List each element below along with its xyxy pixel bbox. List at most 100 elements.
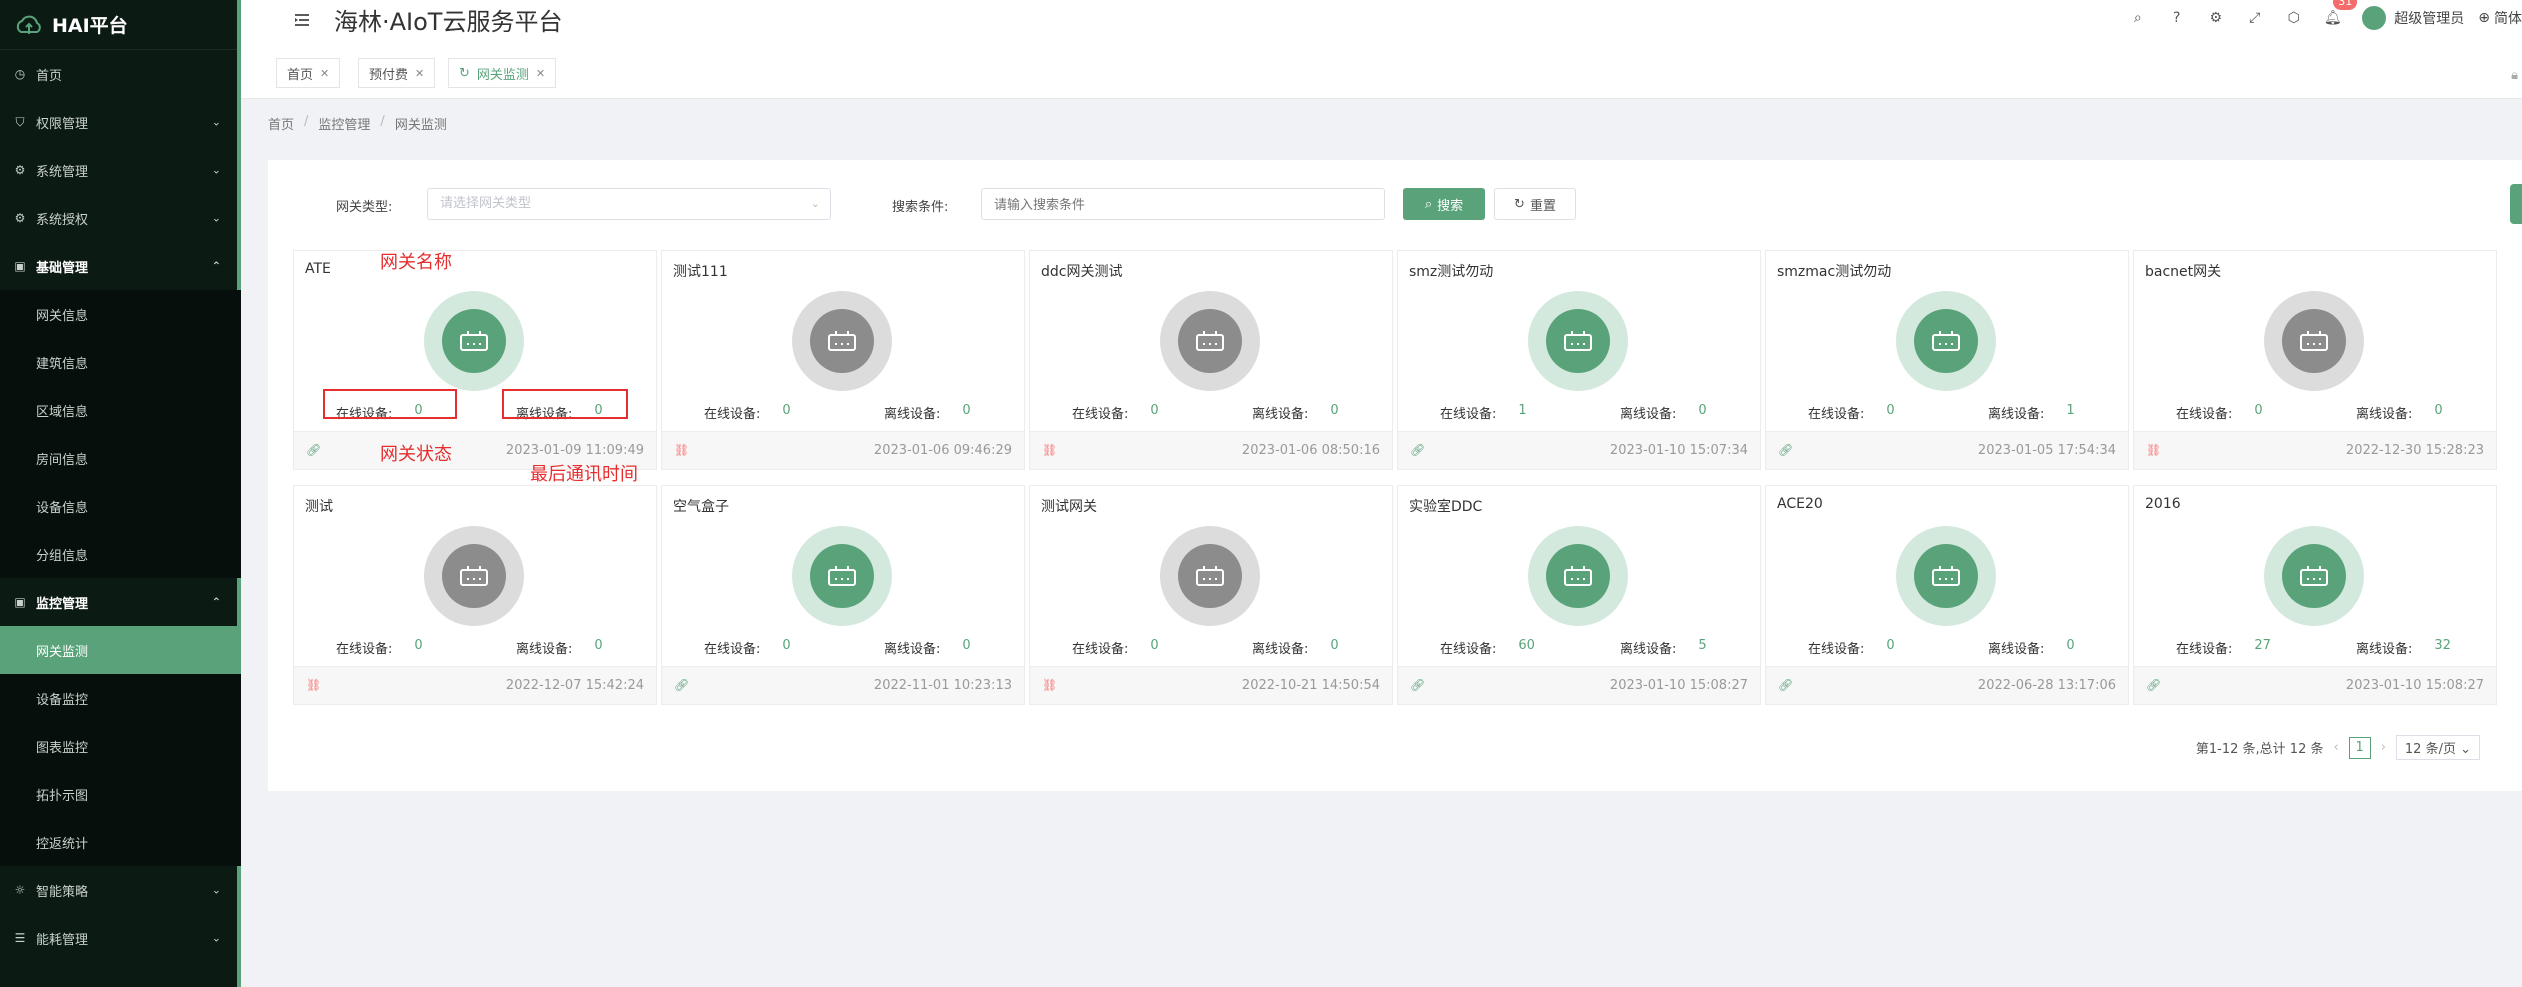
close-icon[interactable]: ✕	[536, 67, 545, 80]
gateway-card[interactable]: 测试111 在线设备: 0 离线设备: 0 ⛓︎ 2023-01-06 09:46:29	[661, 250, 1025, 470]
online-value: 60	[1518, 638, 1535, 653]
offline-label: 离线设备:	[884, 407, 941, 422]
fullscreen-icon[interactable]: ⤢	[2235, 0, 2274, 36]
tab-label: 网关监测	[476, 67, 529, 83]
search-input[interactable]	[981, 188, 1385, 220]
side-drawer-tab[interactable]	[2510, 184, 2522, 224]
sidebar-subitem[interactable]: 设备监控	[0, 674, 241, 722]
tab-gateway-monitor[interactable]: ↻ 网关监测 ✕	[448, 58, 557, 88]
sidebar-subitem[interactable]: 网关监测	[0, 626, 241, 674]
sidebar-item[interactable]: ⛉ 权限管理 ⌄	[0, 98, 241, 146]
gateway-card[interactable]: 测试网关 在线设备: 0 离线设备: 0 ⛓︎ 2022-10-21 14:50:54	[1029, 485, 1393, 705]
close-icon[interactable]: ✕	[320, 67, 329, 80]
help-icon[interactable]: ?	[2157, 0, 2196, 36]
page-size-select[interactable]: 12 条/页 ⌄	[2395, 735, 2480, 760]
online-label: 在线设备:	[1072, 642, 1129, 657]
user-name[interactable]: 超级管理员	[2394, 8, 2464, 28]
close-icon[interactable]: ✕	[415, 67, 424, 80]
gateway-card[interactable]: ATE 在线设备: 0 离线设备: 0 🔗︎ 2023-01-09 11:09:49	[293, 250, 657, 470]
online-device-count: 在线设备: 0	[336, 638, 423, 657]
offline-value: 0	[2066, 638, 2075, 653]
sidebar-item[interactable]: ☼ 智能策略 ⌄	[0, 866, 241, 914]
gateway-card[interactable]: 测试 在线设备: 0 离线设备: 0 ⛓︎ 2022-12-07 15:42:24	[293, 485, 657, 705]
theme-icon[interactable]: ⬡	[2274, 0, 2313, 36]
gateway-type-select[interactable]: 请选择网关类型 ⌄	[427, 188, 831, 220]
tab-home[interactable]: 首页 ✕	[276, 58, 341, 88]
gateway-card-footer: 🔗︎ 2023-01-05 17:54:34	[1766, 431, 2128, 469]
sidebar-subitem[interactable]: 图表监控	[0, 722, 241, 770]
avatar[interactable]	[2362, 6, 2387, 30]
prev-page-icon[interactable]: ‹	[2333, 740, 2338, 755]
gateway-card[interactable]: smz测试勿动 在线设备: 1 离线设备: 0 🔗︎ 2023-01-10 15:07:34	[1397, 250, 1761, 470]
lock-icon[interactable]: 🔒︎	[2511, 68, 2518, 83]
offline-value: 32	[2434, 638, 2451, 653]
sidebar-subitem[interactable]: 设备信息	[0, 482, 241, 530]
sidebar-subitem[interactable]: 拓扑示图	[0, 770, 241, 818]
sidebar-subitem[interactable]: 区域信息	[0, 386, 241, 434]
chevron-down-icon: ⌄	[211, 211, 221, 225]
language-switch[interactable]: ⊕ 简体	[2478, 8, 2522, 28]
online-device-count: 在线设备: 0	[1808, 403, 1895, 422]
chevron-down-icon: ⌄	[2460, 742, 2471, 757]
reset-button-label: 重置	[1529, 198, 1556, 214]
sidebar-item[interactable]: ☰ 能耗管理 ⌄	[0, 914, 241, 962]
breadcrumb-monitor[interactable]: 监控管理	[318, 114, 370, 133]
last-communication-time: 2022-06-28 13:17:06	[1977, 678, 2116, 693]
sidebar-item[interactable]: ▣ 基础管理 ⌃	[0, 242, 241, 290]
online-value: 27	[2254, 638, 2271, 653]
settings-icon[interactable]: ⚙	[2196, 0, 2235, 36]
logo[interactable]: HAI平台	[0, 0, 241, 50]
menu-toggle-icon[interactable]	[292, 10, 312, 30]
last-communication-time: 2023-01-06 08:50:16	[1241, 443, 1380, 458]
link-broken-icon: ⛓︎	[1042, 443, 1058, 457]
gateway-card[interactable]: bacnet网关 在线设备: 0 离线设备: 0 ⛓︎ 2022-12-30 15:28:2…	[2133, 250, 2497, 470]
sidebar-subitem[interactable]: 房间信息	[0, 434, 241, 482]
online-value: 0	[1150, 638, 1159, 653]
search-button[interactable]: ⌕ 搜索	[1403, 188, 1485, 220]
sidebar-item[interactable]: ⚙ 系统管理 ⌄	[0, 146, 241, 194]
online-value: 1	[1518, 403, 1527, 418]
gateway-name: bacnet网关	[2145, 264, 2222, 280]
offline-device-count: 离线设备: 5	[1620, 638, 1707, 657]
gateway-status-ring	[792, 291, 892, 391]
gateway-name: ddc网关测试	[1041, 264, 1123, 280]
sidebar-item[interactable]: ⚙ 系统授权 ⌄	[0, 194, 241, 242]
page-number-current[interactable]: 1	[2348, 736, 2371, 759]
sidebar-item-label: 能耗管理	[36, 932, 89, 948]
sidebar-item[interactable]: ◷ 首页	[0, 50, 241, 98]
gateway-card[interactable]: 2016 在线设备: 27 离线设备: 32 🔗︎ 2023-01-10 15:08:27	[2133, 485, 2497, 705]
sidebar-subitem[interactable]: 分组信息	[0, 530, 241, 578]
sidebar-item-label: 拓扑示图	[36, 788, 89, 804]
sidebar-item-label: 分组信息	[36, 548, 89, 564]
link-icon: 🔗︎	[1778, 443, 1794, 457]
online-value: 0	[782, 403, 791, 418]
breadcrumb-home[interactable]: 首页	[268, 114, 294, 133]
offline-device-count: 离线设备: 0	[2356, 403, 2443, 422]
gateway-card[interactable]: 空气盒子 在线设备: 0 离线设备: 0 🔗︎ 2022-11-01 10:23:13	[661, 485, 1025, 705]
sidebar-item-label: 房间信息	[36, 452, 89, 468]
gateway-card[interactable]: ddc网关测试 在线设备: 0 离线设备: 0 ⛓︎ 2023-01-06 08:50:16	[1029, 250, 1393, 470]
sidebar-subitem[interactable]: 建筑信息	[0, 338, 241, 386]
tab-prepaid[interactable]: 预付费 ✕	[358, 58, 436, 88]
next-page-icon[interactable]: ›	[2381, 740, 2386, 755]
sidebar-item-label: 图表监控	[36, 740, 89, 756]
search-icon[interactable]: ⌕	[2118, 0, 2157, 36]
header: 海林·AIoT云服务平台 ⌕ ? ⚙ ⤢ ⬡ 🔔︎ 31 超级管理员 ⊕ 简体	[241, 0, 2522, 49]
sidebar-item-label: 设备信息	[36, 500, 89, 516]
sidebar-subitem[interactable]: 控返统计	[0, 818, 241, 866]
sidebar-subitem[interactable]: 网关信息	[0, 290, 241, 338]
gateway-card[interactable]: 实验室DDC 在线设备: 60 离线设备: 5 🔗︎ 2023-01-10 15:08:27	[1397, 485, 1761, 705]
gateway-name: smzmac测试勿动	[1777, 264, 1892, 280]
last-communication-time: 2023-01-10 15:08:27	[2345, 678, 2484, 693]
gateway-router-icon	[1178, 309, 1242, 373]
annotation-offline-box	[502, 389, 628, 419]
gateway-card[interactable]: ACE20 在线设备: 0 离线设备: 0 🔗︎ 2022-06-28 13:17:06	[1765, 485, 2129, 705]
gateway-card[interactable]: smzmac测试勿动在线设备: 0 离线设备: 1 🔗︎ 2023-01-05 17:54…	[1765, 250, 2129, 470]
reset-button[interactable]: ↻ 重置	[1494, 188, 1576, 220]
offline-device-count: 离线设备: 1	[1988, 403, 2075, 422]
sidebar-submenu: 网关监测 设备监控图表监控拓扑示图控返统计	[0, 626, 241, 866]
bell-icon[interactable]: 🔔︎ 31	[2313, 0, 2358, 36]
sidebar-item[interactable]: ▣ 监控管理 ⌃	[0, 578, 241, 626]
sliders-icon: ☰	[14, 931, 26, 945]
offline-label: 离线设备:	[1252, 642, 1309, 657]
